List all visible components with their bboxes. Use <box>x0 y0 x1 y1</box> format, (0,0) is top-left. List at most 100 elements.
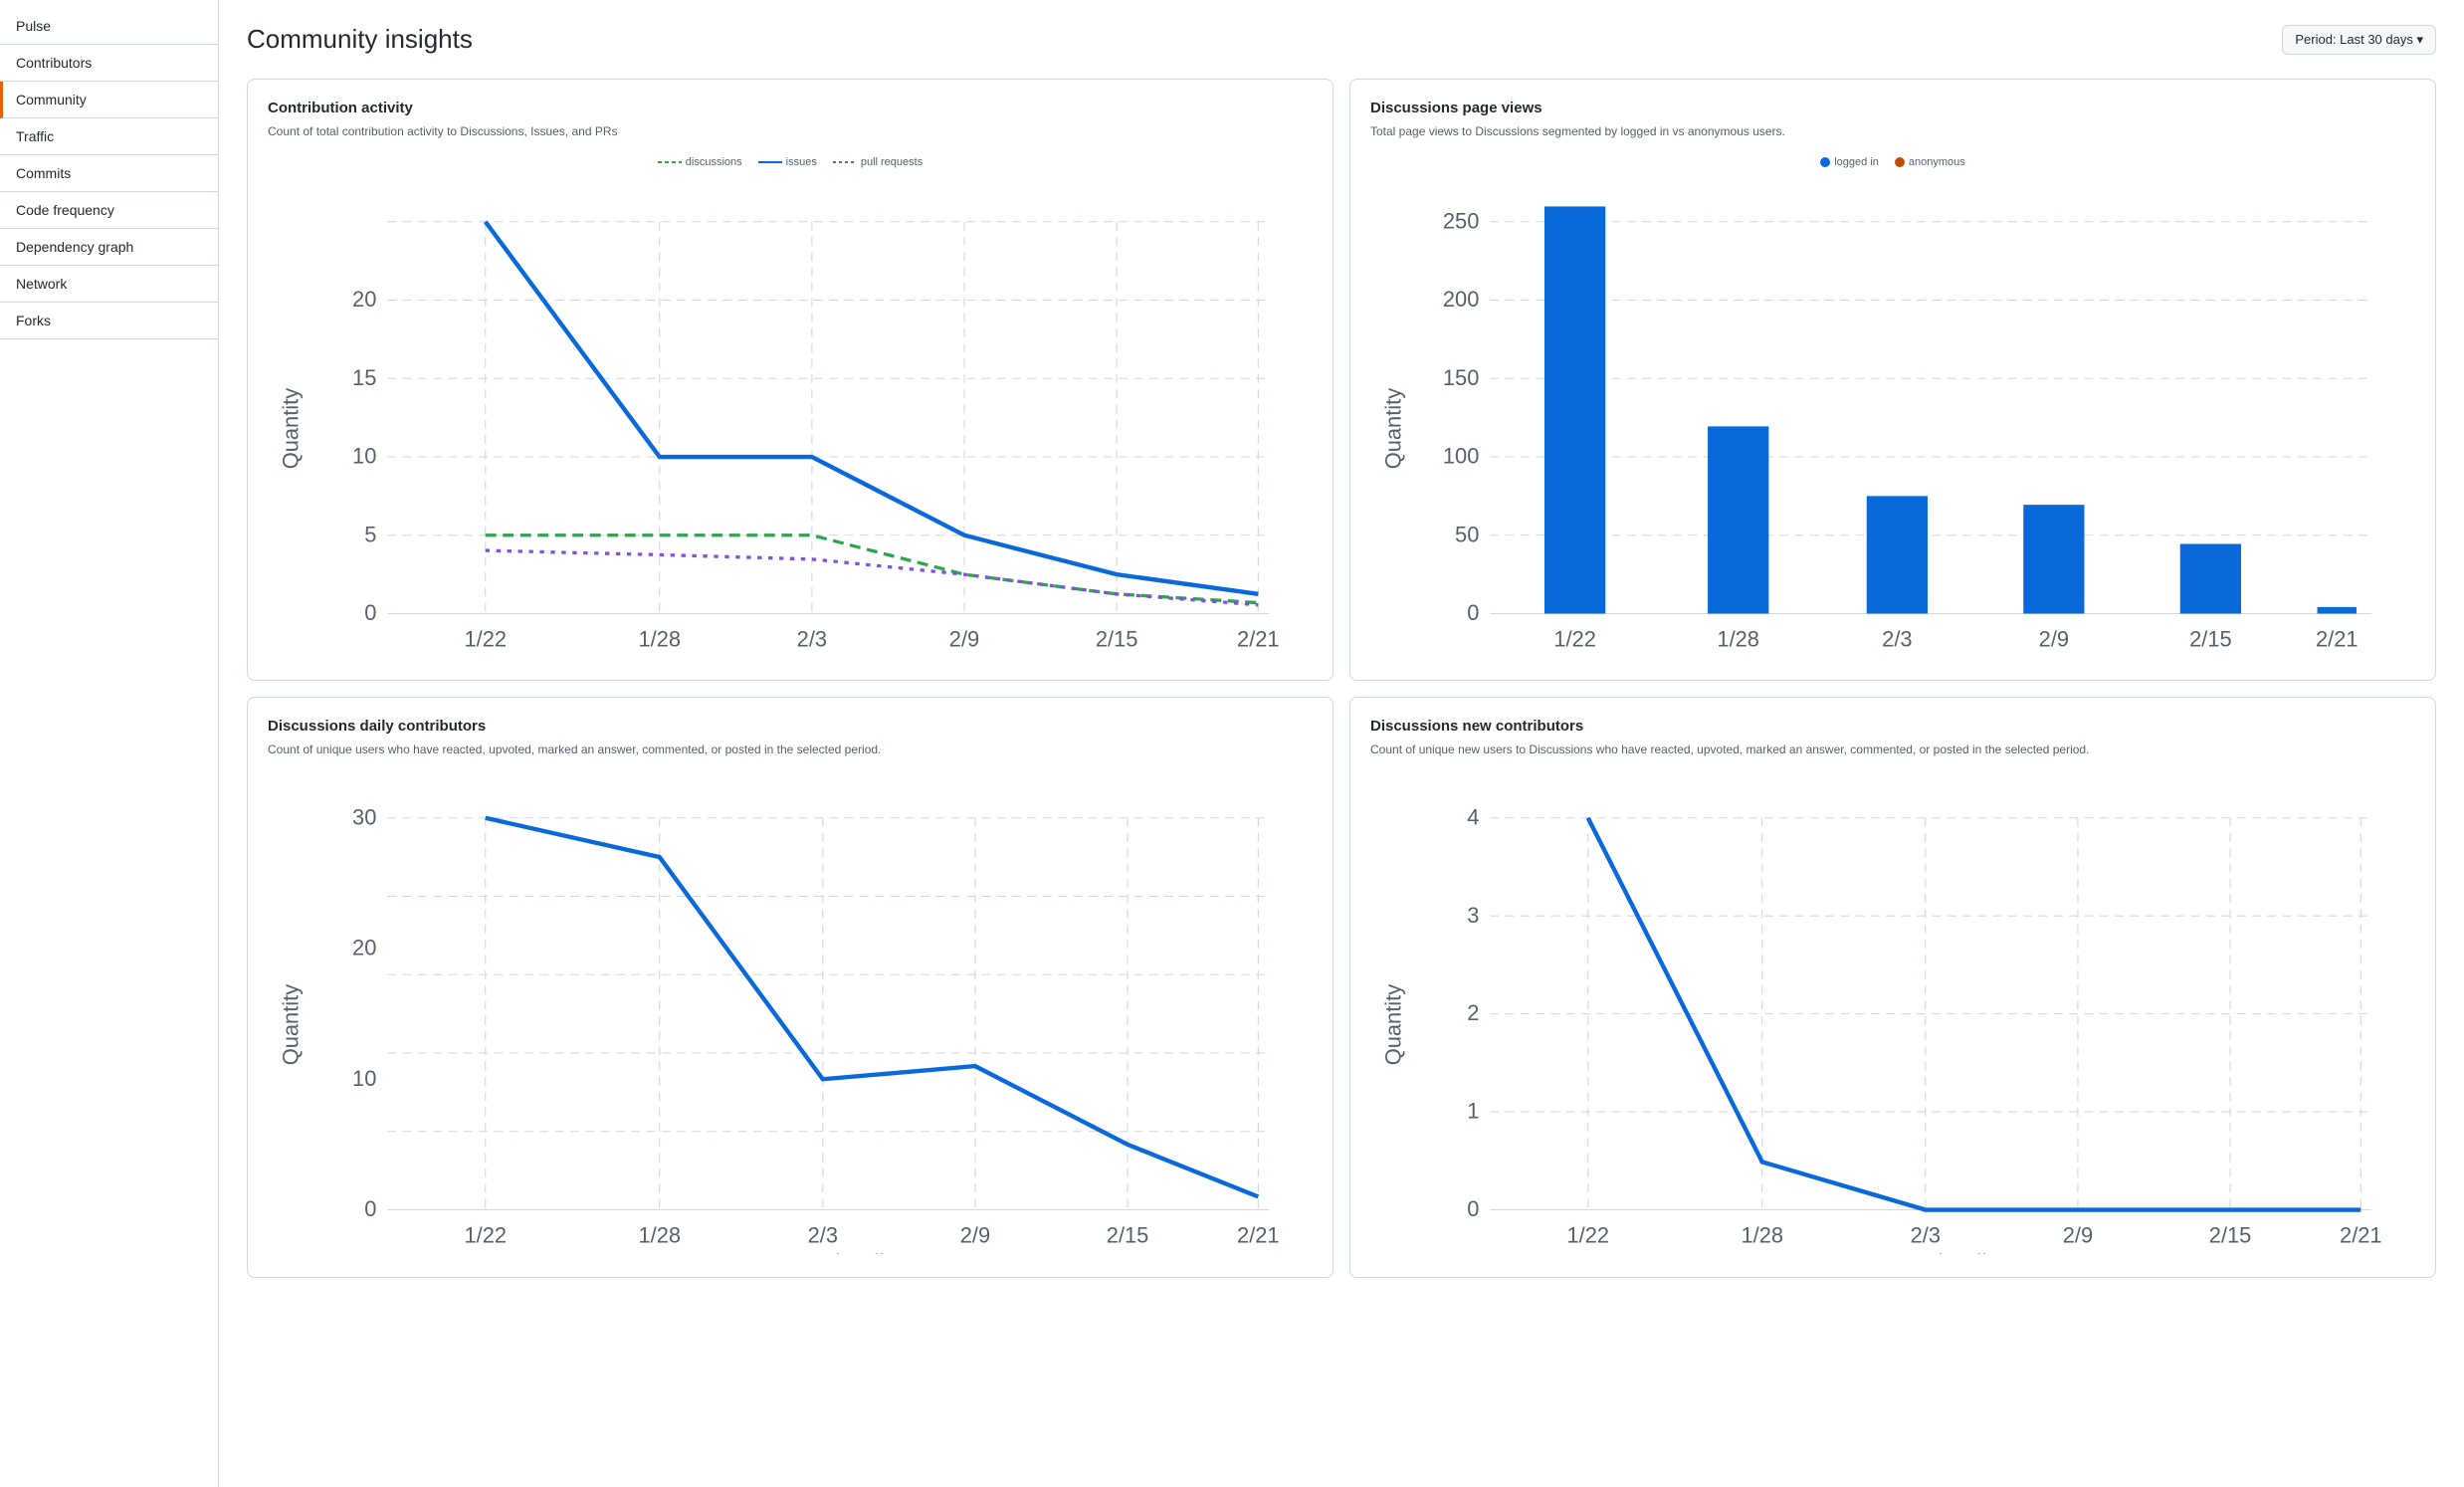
svg-text:2/15: 2/15 <box>2209 1223 2252 1248</box>
svg-text:2/21: 2/21 <box>1237 1223 1280 1248</box>
daily-contributors-chart: 0 10 20 30 1/22 1/28 2/3 2/9 2/15 2/21 Q… <box>268 774 1313 1256</box>
bar-2-9 <box>2023 505 2084 613</box>
contribution-activity-desc: Count of total contribution activity to … <box>268 122 1313 140</box>
svg-text:1/22: 1/22 <box>1553 626 1596 651</box>
new-contributors-svg: 0 1 2 3 4 1/22 1/28 2/3 2/9 2/15 2/21 <box>1370 774 2415 1253</box>
page-title: Community insights <box>247 24 473 55</box>
bar-1-22 <box>1544 206 1605 613</box>
discussions-new-contributors-card: Discussions new contributors Count of un… <box>1349 697 2436 1277</box>
sidebar-item-dependency-graph[interactable]: Dependency graph <box>0 229 218 266</box>
svg-text:1/22: 1/22 <box>464 1223 507 1248</box>
discussions-page-views-card: Discussions page views Total page views … <box>1349 79 2436 681</box>
contribution-legend: discussions issues pull requests <box>268 156 1313 168</box>
contribution-activity-title: Contribution activity <box>268 100 1313 116</box>
sidebar-item-forks[interactable]: Forks <box>0 303 218 339</box>
svg-text:1/28: 1/28 <box>1717 626 1759 651</box>
legend-pr-label: pull requests <box>861 156 923 168</box>
anonymous-dot <box>1895 157 1905 167</box>
svg-text:0: 0 <box>364 1196 376 1221</box>
svg-text:2/15: 2/15 <box>1096 626 1138 651</box>
svg-text:1: 1 <box>1467 1099 1479 1124</box>
period-selector[interactable]: Period: Last 30 days ▾ <box>2282 25 2436 55</box>
svg-text:0: 0 <box>364 600 376 625</box>
bar-2-3 <box>1867 496 1928 613</box>
svg-text:15: 15 <box>352 365 376 390</box>
page-views-legend: logged in anonymous <box>1370 156 2415 168</box>
legend-issues-label: issues <box>786 156 817 168</box>
svg-text:2/21: 2/21 <box>2340 1223 2382 1248</box>
svg-text:1/28: 1/28 <box>638 1223 681 1248</box>
contribution-activity-card: Contribution activity Count of total con… <box>247 79 1334 681</box>
svg-text:2/3: 2/3 <box>1882 626 1912 651</box>
sidebar: Pulse Contributors Community Traffic Com… <box>0 0 219 1487</box>
svg-text:2/9: 2/9 <box>960 1223 990 1248</box>
sidebar-item-traffic[interactable]: Traffic <box>0 118 218 155</box>
svg-text:10: 10 <box>352 444 376 469</box>
legend-anonymous-label: anonymous <box>1909 156 1965 168</box>
bar-1-28 <box>1708 426 1768 613</box>
svg-text:2/15: 2/15 <box>2189 626 2232 651</box>
svg-text:2/21: 2/21 <box>1237 626 1280 651</box>
svg-text:Quantity: Quantity <box>279 388 304 469</box>
discussions-daily-contributors-desc: Count of unique users who have reacted, … <box>268 741 1313 758</box>
svg-text:Quantity: Quantity <box>1381 984 1406 1065</box>
svg-text:1/28: 1/28 <box>1741 1223 1783 1248</box>
svg-text:2/9: 2/9 <box>949 626 979 651</box>
discussions-daily-contributors-card: Discussions daily contributors Count of … <box>247 697 1334 1277</box>
svg-text:Timeline: Timeline <box>822 654 912 658</box>
sidebar-item-contributors[interactable]: Contributors <box>0 45 218 82</box>
discussions-page-views-title: Discussions page views <box>1370 100 2415 116</box>
bar-2-15 <box>2180 544 2241 614</box>
svg-text:3: 3 <box>1467 903 1479 928</box>
svg-text:20: 20 <box>352 287 376 312</box>
contribution-activity-chart: 0 5 10 15 20 1/22 1/28 2/3 <box>268 178 1313 660</box>
legend-issues: issues <box>758 156 817 168</box>
svg-text:0: 0 <box>1467 1196 1479 1221</box>
discussions-new-contributors-title: Discussions new contributors <box>1370 718 2415 735</box>
svg-text:2/9: 2/9 <box>2039 626 2069 651</box>
svg-text:2/3: 2/3 <box>797 626 827 651</box>
discussions-page-views-chart: 0 50 100 150 200 250 <box>1370 178 2415 660</box>
pr-line-style <box>833 161 857 163</box>
svg-text:200: 200 <box>1443 287 1479 312</box>
cards-grid: Contribution activity Count of total con… <box>247 79 2436 1278</box>
svg-text:50: 50 <box>1455 522 1479 546</box>
svg-text:Timeline: Timeline <box>822 1250 912 1254</box>
logged-in-dot <box>1820 157 1830 167</box>
sidebar-item-commits[interactable]: Commits <box>0 155 218 192</box>
main-content: Community insights Period: Last 30 days … <box>219 0 2464 1487</box>
svg-text:Quantity: Quantity <box>1381 388 1406 469</box>
sidebar-item-network[interactable]: Network <box>0 266 218 303</box>
svg-text:100: 100 <box>1443 444 1479 469</box>
page-header: Community insights Period: Last 30 days … <box>247 24 2436 55</box>
discussions-new-contributors-desc: Count of unique new users to Discussions… <box>1370 741 2415 758</box>
svg-text:2/9: 2/9 <box>2063 1223 2093 1248</box>
svg-text:0: 0 <box>1467 600 1479 625</box>
svg-text:Quantity: Quantity <box>279 984 304 1065</box>
discussions-page-views-desc: Total page views to Discussions segmente… <box>1370 122 2415 140</box>
legend-anonymous: anonymous <box>1895 156 1965 168</box>
new-contributors-chart: 0 1 2 3 4 1/22 1/28 2/3 2/9 2/15 2/21 <box>1370 774 2415 1256</box>
sidebar-item-pulse[interactable]: Pulse <box>0 8 218 45</box>
svg-text:1/28: 1/28 <box>638 626 681 651</box>
sidebar-item-community[interactable]: Community <box>0 82 218 118</box>
svg-text:2/3: 2/3 <box>1911 1223 1941 1248</box>
svg-text:1/22: 1/22 <box>1566 1223 1609 1248</box>
discussions-line-style <box>658 161 682 163</box>
legend-logged-in: logged in <box>1820 156 1879 168</box>
svg-text:2: 2 <box>1467 1000 1479 1025</box>
svg-text:4: 4 <box>1467 805 1479 830</box>
sidebar-item-code-frequency[interactable]: Code frequency <box>0 192 218 229</box>
svg-text:1/22: 1/22 <box>464 626 507 651</box>
bar-2-21 <box>2318 607 2357 614</box>
page-views-chart-svg: 0 50 100 150 200 250 <box>1370 178 2415 657</box>
svg-text:2/3: 2/3 <box>808 1223 838 1248</box>
legend-discussions-label: discussions <box>686 156 742 168</box>
svg-text:2/15: 2/15 <box>1107 1223 1149 1248</box>
svg-text:Timeline: Timeline <box>1925 1250 2014 1254</box>
svg-text:5: 5 <box>364 522 376 546</box>
legend-discussions: discussions <box>658 156 742 168</box>
legend-pull-requests: pull requests <box>833 156 923 168</box>
svg-text:150: 150 <box>1443 365 1479 390</box>
issues-line-style <box>758 161 782 163</box>
